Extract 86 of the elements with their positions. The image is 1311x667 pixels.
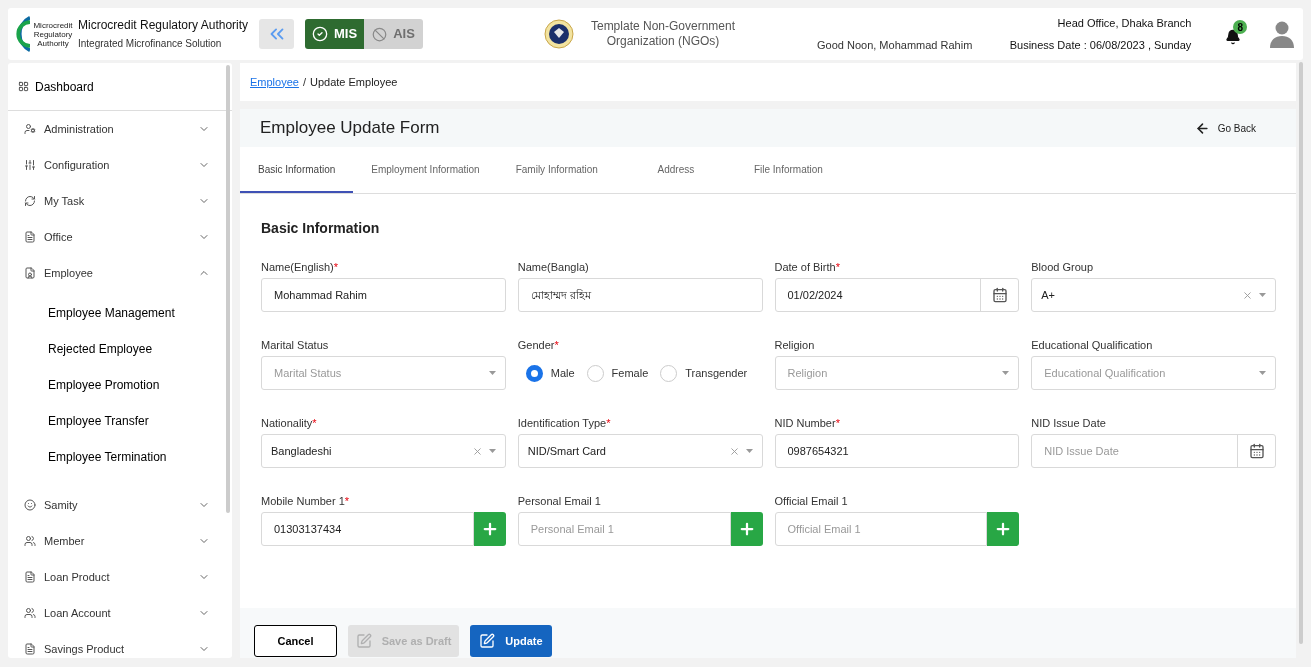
field-label: Marital Status [261,338,330,351]
branch-name: Head Office, Dhaka Branch [1056,15,1192,31]
field-label: Official Email 1 [774,494,849,507]
sidebar-item[interactable]: Member [8,523,232,559]
clear-icon [471,445,483,457]
ban-icon [372,26,388,42]
go-back-button[interactable]: Go Back [1194,120,1256,136]
clear-icon [1242,289,1253,301]
radio-option[interactable]: Male [525,364,575,382]
app-title: Microcredit Regulatory Authority [78,17,250,33]
field-label: Personal Email 1 [517,494,602,507]
add-button[interactable] [987,512,1020,546]
calendar-icon [991,287,1008,303]
breadcrumb-current: Update Employee [310,74,398,90]
field-label: Name(Bangla) [517,260,590,273]
clear-icon [728,445,740,457]
form-title: Employee Update Form [260,117,441,140]
sidebar-item[interactable]: Employee [8,255,232,291]
organization-name: Template Non-Government Organization (NGOs) [589,19,737,49]
submenu-item[interactable]: Employee Management [8,295,232,331]
field-label: NID Number* [774,416,841,429]
select-field[interactable]: Bangladeshi [261,434,506,468]
field-label: Date of Birth* [774,260,841,273]
field-label: Educational Qualification [1031,338,1154,351]
add-button[interactable] [473,512,506,546]
field-label: Name(English)* [261,260,340,273]
field-label: NID Issue Date [1031,416,1107,429]
app-subtitle: Integrated Microfinance Solution [78,36,223,51]
notification-badge: 8 [1233,20,1248,34]
select-field[interactable]: A+ [1031,278,1276,312]
caret-icon [488,371,496,375]
bell-icon [1225,29,1242,45]
sidebar-item[interactable]: Samity [8,487,232,523]
form-tab[interactable]: Family Information [497,147,616,193]
business-date: Business Date : 06/08/2023 , Sunday [1008,38,1192,53]
cancel-button[interactable]: Cancel [254,625,337,657]
form-tab[interactable]: File Information [735,147,841,193]
caret-icon [1259,293,1266,297]
caret-icon [488,449,496,453]
date-field[interactable]: 01/02/2024 [774,278,1020,312]
action-button[interactable]: Update [470,625,552,657]
radio-option[interactable]: Transgender [660,364,748,382]
emblem-icon [544,19,574,49]
input-field[interactable]: 0987654321 [774,434,1020,468]
submenu-item[interactable]: Employee Promotion [8,367,232,403]
breadcrumb-link[interactable]: Employee [250,73,299,91]
input-field[interactable]: Mohammad Rahim [261,278,506,312]
collapse-button[interactable] [259,19,294,49]
submenu-item[interactable]: Employee Termination [8,439,232,475]
field-label: Religion [774,338,816,351]
field-label: Mobile Number 1* [261,494,351,507]
select-field[interactable]: NID/Smart Card [517,434,763,468]
module-tab[interactable]: MIS [305,19,364,49]
avatar-icon[interactable] [1269,20,1296,48]
greeting-text: Good Noon, Mohammad Rahim [817,37,973,53]
grid-icon [18,81,29,92]
sidebar-item[interactable]: Savings Product [8,631,232,658]
add-button[interactable] [730,512,763,546]
logo-text: Microcredit Regulatory Authority [32,20,74,48]
field-label: Nationality* [261,416,318,429]
sidebar-item[interactable]: Administration [8,111,232,147]
field-label: Identification Type* [517,416,612,429]
caret-icon [1259,371,1266,375]
edit-icon [355,633,372,649]
submenu-item[interactable]: Rejected Employee [8,331,232,367]
sidebar-item[interactable]: My Task [8,183,232,219]
form-tab[interactable]: Employment Information [353,147,498,193]
calendar-icon [1248,443,1265,459]
form-tab[interactable]: Basic Information [240,147,354,193]
sidebar-item[interactable]: Loan Product [8,559,232,595]
section-heading: Basic Information [261,219,381,238]
submenu-item[interactable]: Employee Transfer [8,403,232,439]
input-field[interactable]: মোহাম্মদ রহিম [517,278,763,312]
edit-icon [479,633,496,649]
caret-icon [745,449,753,453]
check-circle-icon [311,26,328,42]
sidebar-item[interactable]: Configuration [8,147,232,183]
field-label: Gender* [517,338,560,351]
input-field[interactable]: 01303137434 [261,512,474,546]
form-tab[interactable]: Address [615,147,736,193]
sidebar-item[interactable]: Office [8,219,232,255]
field-label: Blood Group [1031,260,1094,273]
breadcrumb-separator: / [302,74,306,90]
radio-option[interactable]: Female [586,364,649,382]
caret-icon [1002,371,1010,375]
sidebar-item[interactable]: Loan Account [8,595,232,631]
